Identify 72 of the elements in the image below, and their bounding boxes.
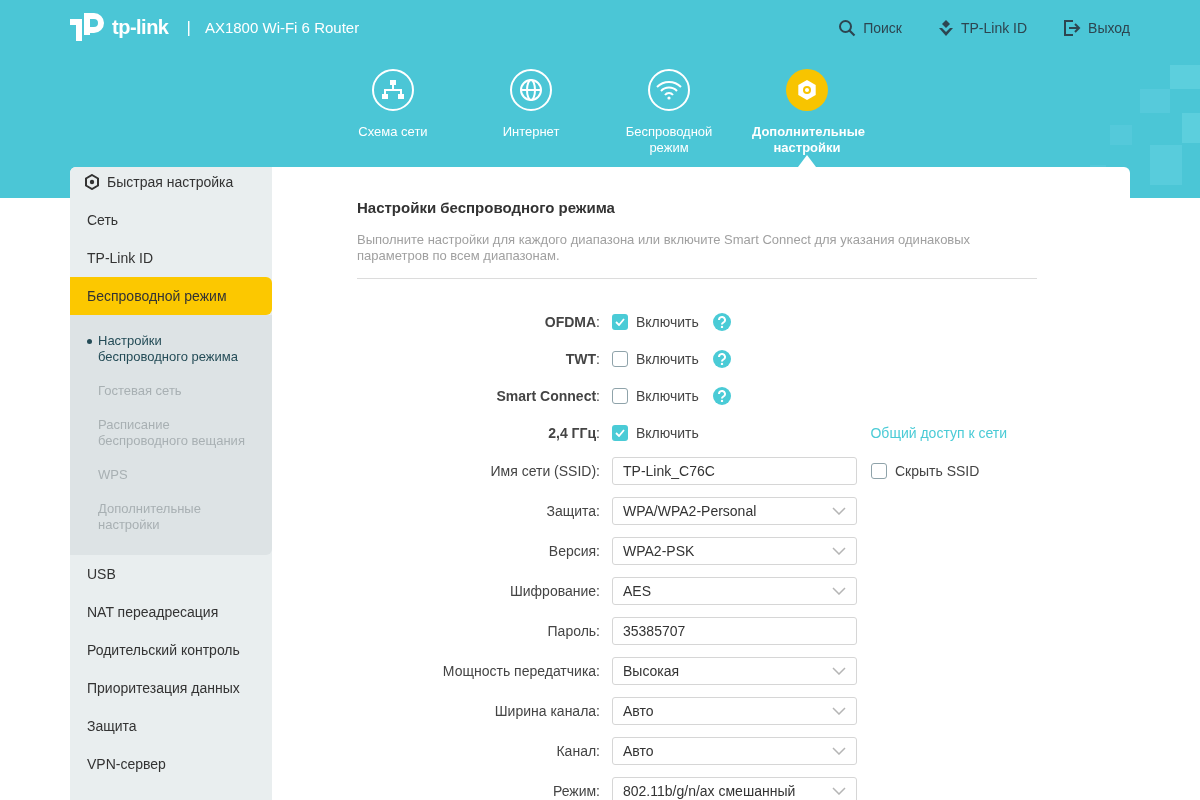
dropdown[interactable]: WPA/WPA2-Personal: [612, 497, 857, 525]
chevron-down-icon: [832, 667, 846, 675]
setting-label: OFDMA:: [543, 313, 600, 330]
sidebar-item[interactable]: USB: [70, 555, 272, 593]
chevron-down-icon: [832, 507, 846, 515]
sidebar-item[interactable]: Родительский контроль: [70, 631, 272, 669]
chevron-down-icon: [832, 547, 846, 555]
field-label: Имя сети (SSID):: [489, 463, 600, 479]
sidebar-item[interactable]: NAT переадресация: [70, 593, 272, 631]
network-map-icon: [381, 79, 405, 101]
router-model: AX1800 Wi-Fi 6 Router: [204, 19, 360, 36]
sidebar-item[interactable]: Быстрая настройка: [70, 167, 272, 197]
field-label: Режим:: [551, 783, 600, 799]
input-field[interactable]: 35385707: [612, 617, 857, 645]
setting-label: 2,4 ГГц:: [547, 424, 600, 441]
chevron-down-icon: [832, 587, 846, 595]
field-label: Канал:: [555, 743, 600, 759]
sidebar-item[interactable]: Беспроводной режим: [70, 277, 272, 315]
setting-label: TWT:: [564, 350, 600, 367]
separator: |: [186, 17, 191, 38]
field-label: Пароль:: [546, 623, 600, 639]
section-title: Настройки беспроводного режима: [357, 199, 616, 216]
sidebar-item[interactable]: Сеть: [70, 201, 272, 239]
wifi-icon: [656, 80, 682, 100]
dropdown[interactable]: 802.11b/g/n/ax смешанный: [612, 777, 857, 800]
checkbox-label: Включить: [636, 424, 699, 441]
gear-icon: [84, 174, 100, 190]
checkbox-label: Включить: [636, 350, 699, 367]
section-description: Выполните настройки для каждого диапазона или включите Smart Connect для указания одинаковых параметров по всем диапазонам.: [357, 232, 1037, 279]
sidebar-item[interactable]: TP-Link ID: [70, 239, 272, 277]
checkbox-label: Включить: [636, 387, 699, 404]
header-link[interactable]: Выход: [1063, 18, 1130, 37]
dropdown[interactable]: Авто: [612, 737, 857, 765]
gear-icon: [795, 78, 819, 102]
setting-label: Smart Connect:: [495, 387, 600, 404]
brand-name: tp-link: [112, 16, 169, 39]
field-label: Версия:: [547, 543, 600, 559]
help-icon[interactable]: [712, 386, 731, 405]
chevron-down-icon: [832, 707, 846, 715]
globe-icon: [519, 78, 543, 102]
search-icon: [838, 18, 857, 37]
dropdown[interactable]: Авто: [612, 697, 857, 725]
checkbox[interactable]: [612, 350, 628, 367]
check-icon: [615, 317, 625, 326]
sidebar-item[interactable]: Приоритезация данных: [70, 669, 272, 707]
person-icon: [938, 18, 954, 37]
chevron-down-icon: [832, 747, 846, 755]
field-label: Ширина канала:: [493, 703, 600, 719]
checkbox[interactable]: [612, 424, 628, 441]
input-field[interactable]: TP-Link_C76C: [612, 457, 857, 485]
checkbox-label: Включить: [636, 313, 699, 330]
logout-icon: [1063, 18, 1082, 37]
field-label: Шифрование:: [508, 583, 600, 599]
checkbox[interactable]: [612, 313, 628, 330]
check-icon: [615, 428, 625, 437]
checkbox[interactable]: [612, 387, 628, 404]
help-icon[interactable]: [712, 349, 731, 368]
help-icon[interactable]: [712, 312, 731, 331]
checkbox-label: Скрыть SSID: [895, 463, 980, 479]
chevron-down-icon: [832, 787, 846, 795]
dropdown[interactable]: WPA2-PSK: [612, 537, 857, 565]
checkbox[interactable]: [871, 463, 887, 479]
header-link[interactable]: Поиск: [838, 18, 902, 37]
sidebar-item[interactable]: VPN-сервер: [70, 745, 272, 783]
sidebar-item[interactable]: Защита: [70, 707, 272, 745]
dropdown[interactable]: AES: [612, 577, 857, 605]
submenu-item[interactable]: Настройки беспроводного режима: [70, 327, 272, 371]
dropdown[interactable]: Высокая: [612, 657, 857, 685]
field-label: Мощность передатчика:: [441, 663, 600, 679]
logo-icon: [70, 12, 104, 43]
header-link[interactable]: TP-Link ID: [938, 18, 1028, 37]
field-label: Защита:: [545, 503, 600, 519]
